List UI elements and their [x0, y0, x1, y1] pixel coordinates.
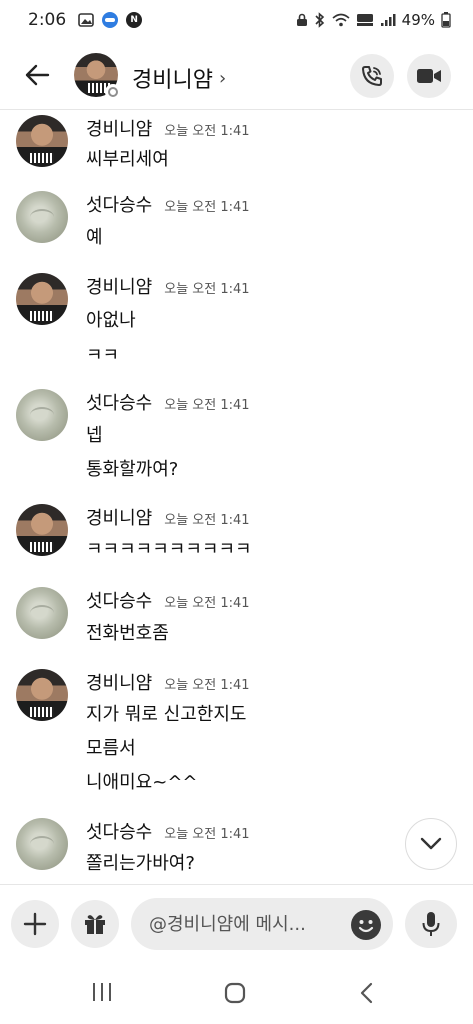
microphone-icon [422, 912, 440, 936]
voice-call-button[interactable] [350, 54, 394, 98]
status-bar: 2:06 N 49% [0, 0, 473, 40]
video-camera-icon [417, 69, 441, 83]
message-list[interactable]: 경비니얌 오늘 오전 1:41 씨부리세여 섯다승수 오늘 오전 1:41 예 … [0, 111, 473, 883]
message-time: 오늘 오전 1:41 [164, 827, 250, 842]
message-text[interactable]: 니애미요~^^ [86, 768, 198, 794]
video-call-button[interactable] [407, 54, 451, 98]
message-text[interactable]: 예 [86, 223, 103, 249]
back-button[interactable] [20, 58, 54, 92]
gift-icon [85, 915, 105, 934]
signal-icon [380, 13, 396, 27]
home-icon [224, 982, 246, 1004]
chevron-down-icon [420, 837, 442, 850]
sender-name: 섯다승수 [86, 393, 153, 414]
smiley-icon [358, 920, 374, 933]
sender-name: 경비니얌 [86, 119, 153, 140]
message-text[interactable]: 쫄리는가바여? [86, 849, 195, 875]
status-left: 2:06 N [28, 10, 143, 30]
message-time: 오늘 오전 1:41 [164, 398, 250, 413]
status-time: 2:06 [28, 10, 67, 30]
sender-name: 섯다승수 [86, 822, 153, 843]
message-composer [0, 884, 473, 962]
sender-avatar[interactable] [16, 587, 68, 639]
wifi-icon [332, 13, 350, 27]
chevron-right-icon: › [218, 67, 227, 89]
sender-name: 섯다승수 [86, 591, 153, 612]
sender-name: 경비니얌 [86, 277, 153, 298]
sender-name: 경비니얌 [86, 673, 153, 694]
bluetooth-icon [314, 12, 326, 28]
system-back-button[interactable] [354, 980, 380, 1006]
presence-indicator [105, 84, 121, 100]
message-text[interactable]: 아없나 [86, 306, 136, 332]
phone-icon [362, 66, 382, 86]
n-badge-icon: N [126, 12, 143, 28]
arrow-left-icon [25, 64, 50, 86]
gift-button[interactable] [71, 900, 119, 948]
voice-message-button[interactable] [405, 900, 457, 948]
plus-icon [23, 912, 47, 936]
gallery-icon [78, 12, 94, 28]
message-text[interactable]: 지가 뭐로 신고한지도 [86, 700, 246, 726]
message-time: 오늘 오전 1:41 [164, 200, 250, 215]
sender-avatar[interactable] [16, 669, 68, 721]
back-chevron-icon [360, 982, 373, 1004]
sender-avatar[interactable] [16, 504, 68, 556]
conversation-title[interactable]: 경비니얌 › [132, 62, 226, 94]
message-text[interactable]: ㅋㅋㅋㅋㅋㅋㅋㅋㅋㅋ [86, 535, 252, 561]
message-time: 오늘 오전 1:41 [164, 513, 250, 528]
message-time: 오늘 오전 1:41 [164, 282, 250, 297]
sender-name: 경비니얌 [86, 508, 153, 529]
message-text[interactable]: 모름서 [86, 734, 136, 760]
add-attachment-button[interactable] [11, 900, 59, 948]
blue-badge-icon [102, 12, 119, 28]
message-text[interactable]: 넵 [86, 421, 103, 447]
emoji-button[interactable] [351, 910, 381, 940]
sender-name: 섯다승수 [86, 195, 153, 216]
home-button[interactable] [222, 980, 248, 1006]
sender-avatar[interactable] [16, 115, 68, 167]
message-time: 오늘 오전 1:41 [164, 596, 250, 611]
hd-voice-icon [356, 13, 374, 27]
sender-avatar[interactable] [16, 273, 68, 325]
header-avatar[interactable] [74, 53, 121, 100]
chat-header: 경비니얌 › [0, 40, 473, 110]
message-text[interactable]: 전화번호좀 [86, 619, 169, 645]
status-right: 49% [296, 11, 451, 29]
recent-apps-button[interactable] [88, 980, 116, 1004]
message-text[interactable]: 통화할까여? [86, 455, 178, 481]
message-text[interactable]: ㅋㅋ [86, 341, 119, 367]
contact-name: 경비니얌 [132, 68, 213, 93]
message-time: 오늘 오전 1:41 [164, 678, 250, 693]
battery-icon [441, 12, 451, 28]
sender-avatar[interactable] [16, 191, 68, 243]
message-text[interactable]: 씨부리세여 [86, 145, 169, 171]
message-time: 오늘 오전 1:41 [164, 124, 250, 139]
sender-avatar[interactable] [16, 389, 68, 441]
battery-percent: 49% [401, 11, 435, 29]
scroll-to-bottom-button[interactable] [405, 818, 457, 870]
lock-icon [296, 13, 308, 27]
sender-avatar[interactable] [16, 818, 68, 870]
recent-apps-icon [93, 983, 111, 1001]
system-navigation-bar [0, 962, 473, 1024]
